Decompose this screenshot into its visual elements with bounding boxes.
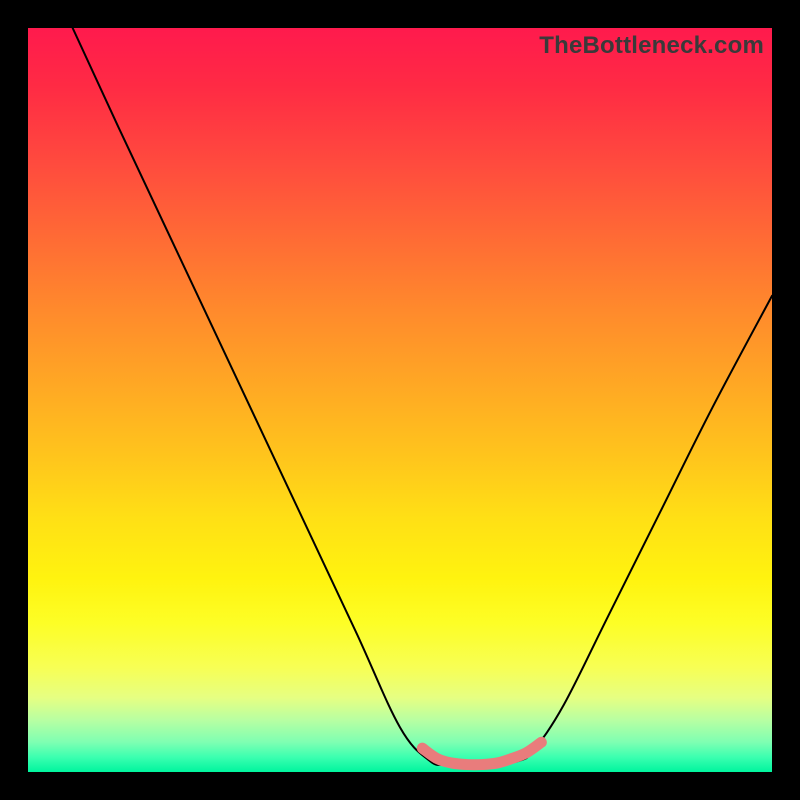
plot-area: TheBottleneck.com [28,28,772,772]
heat-gradient-background [28,28,772,772]
chart-frame: TheBottleneck.com [0,0,800,800]
